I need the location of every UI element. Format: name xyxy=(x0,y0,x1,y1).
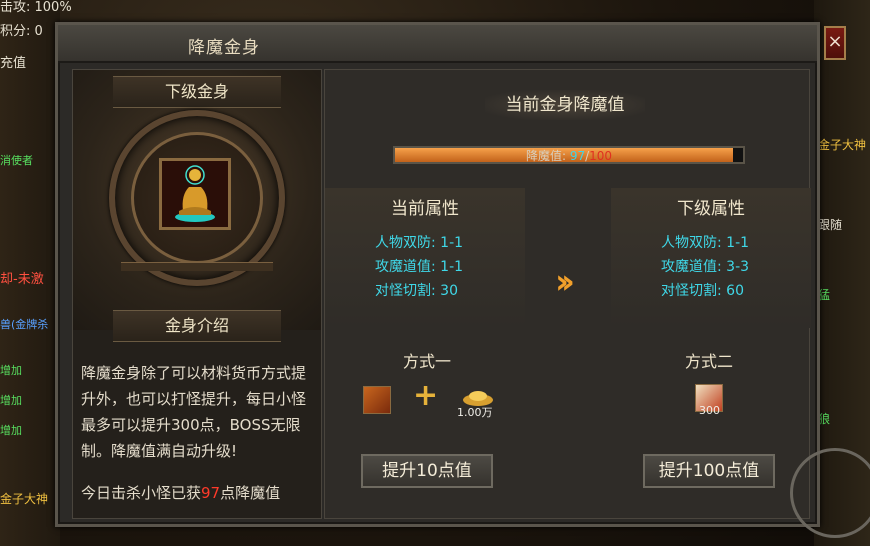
game-scene: 击攻: 100% 积分: 0 充值 消使者 却-未激 兽(金牌杀 增加 增加 增… xyxy=(0,0,870,546)
demon-value-progress-bar: 降魔值: 97/100 xyxy=(393,146,745,164)
background-text: 消使者 xyxy=(0,154,33,167)
next-attr-row: 攻魔道值: 3-3 xyxy=(661,259,750,275)
background-text: 充值 xyxy=(0,56,27,71)
current-value-title: 当前金身降魔值 xyxy=(485,90,645,120)
current-attr-row: 人物双防: 1-1 xyxy=(375,235,464,251)
current-attr-heading: 当前属性 xyxy=(391,199,459,219)
statue-display: 下级金身 金身介绍 xyxy=(73,70,321,342)
golden-body-window: 降魔金身 下级金身 金身介绍 降魔金身除了可以材料货币方式提升外，也可以打怪提升… xyxy=(55,22,820,527)
plus-icon: + xyxy=(413,378,439,413)
window-titlebar[interactable]: 降魔金身 xyxy=(58,25,817,63)
current-attr-row: 攻魔道值: 1-1 xyxy=(375,259,464,275)
description-text: 降魔金身除了可以材料货币方式提升外，也可以打怪提升，每日小怪最多可以提升300点… xyxy=(81,364,307,460)
today-prefix: 今日击杀小怪已获 xyxy=(81,484,202,502)
background-text: 增加 xyxy=(0,394,22,407)
currency-amount: 1.00万 xyxy=(457,406,493,419)
red-scroll-icon[interactable] xyxy=(363,386,391,414)
bar-current: 97 xyxy=(569,149,586,163)
background-text: 增加 xyxy=(0,424,22,437)
upgrade-10-button[interactable]: 提升10点值 xyxy=(361,454,493,488)
today-value: 97 xyxy=(201,484,221,502)
bar-label: 降魔值: xyxy=(525,149,570,163)
background-text: 金子大神 xyxy=(0,492,49,506)
next-attr-row: 对怪切割: 60 xyxy=(661,283,744,299)
background-text: 跟随 xyxy=(818,218,843,232)
progress-text: 降魔值: 97/100 xyxy=(395,147,743,164)
background-text: 金子大神 xyxy=(818,138,867,152)
window-title: 降魔金身 xyxy=(188,38,260,58)
double-chevron-right-icon: ›› xyxy=(555,262,575,302)
today-suffix: 点降魔值 xyxy=(220,484,281,502)
background-text: 却-未激 xyxy=(0,272,44,287)
method-two-label: 方式二 xyxy=(685,352,734,371)
background-left: 击攻: 100% 积分: 0 充值 消使者 却-未激 兽(金牌杀 增加 增加 增… xyxy=(0,0,72,546)
background-text: 增加 xyxy=(0,364,22,377)
bar-max: 100 xyxy=(589,149,613,163)
next-body-label: 下级金身 xyxy=(113,76,281,108)
background-text: 积分: 0 xyxy=(0,24,43,39)
close-button[interactable]: × xyxy=(824,26,846,60)
next-attributes: 下级属性 人物双防: 1-1 攻魔道值: 3-3 对怪切割: 60 xyxy=(611,188,811,328)
intro-label: 金身介绍 xyxy=(113,310,281,342)
current-attr-row: 对怪切割: 30 xyxy=(375,283,458,299)
background-text: 兽(金牌杀 xyxy=(0,318,49,331)
current-attributes: 当前属性 人物双防: 1-1 攻魔道值: 1-1 对怪切割: 30 xyxy=(325,188,525,328)
statue-plinth xyxy=(121,262,273,271)
left-panel: 下级金身 金身介绍 降魔金身除了可以材料货币方式提升外，也可以打怪提升，每日小怪… xyxy=(72,69,322,519)
next-attr-heading: 下级属性 xyxy=(677,199,745,219)
today-kill-progress: 今日击杀小怪已获97点降魔值 xyxy=(81,482,317,503)
next-body-item-slot[interactable] xyxy=(159,158,231,230)
method-one-label: 方式一 xyxy=(403,352,452,371)
ornament-corner-icon xyxy=(790,448,870,538)
background-text: 击攻: 100% xyxy=(0,0,72,15)
golden-buddha-statue-icon xyxy=(175,165,215,222)
item-amount: 300 xyxy=(699,404,720,417)
right-panel: 当前金身降魔值 降魔值: 97/100 当前属性 人物双防: 1-1 攻魔道值:… xyxy=(324,69,811,519)
upgrade-100-button[interactable]: 提升100点值 xyxy=(643,454,775,488)
next-attr-row: 人物双防: 1-1 xyxy=(661,235,750,251)
